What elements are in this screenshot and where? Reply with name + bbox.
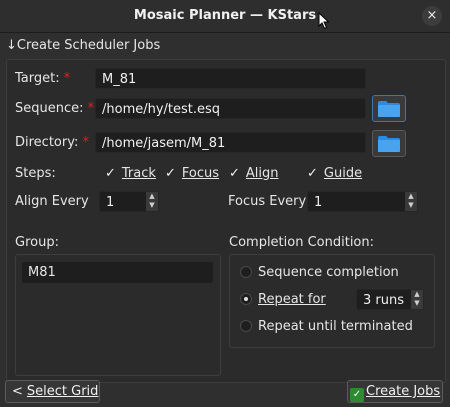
group-list[interactable]: M81 bbox=[15, 254, 221, 376]
directory-browse-button[interactable] bbox=[372, 130, 406, 157]
directory-label: Directory: * bbox=[15, 135, 89, 150]
create-jobs-button[interactable]: ✓ Create Jobs bbox=[347, 380, 443, 403]
spin-arrows-icon[interactable]: ▲ ▼ bbox=[405, 192, 417, 211]
radio-icon bbox=[240, 266, 252, 278]
completion-label: Completion Condition: bbox=[229, 235, 375, 250]
create-jobs-group: Target: * M_81 Sequence: * /home/hy/test… bbox=[6, 59, 446, 383]
arrow-left-icon: < bbox=[12, 384, 23, 399]
repeat-runs-value: 3 runs bbox=[363, 293, 404, 308]
mouse-cursor-icon bbox=[318, 12, 330, 30]
checkbox-focus[interactable]: ✓ Focus bbox=[165, 166, 219, 181]
radio-repeat-for[interactable]: Repeat for bbox=[240, 292, 326, 307]
required-mark: * bbox=[82, 135, 90, 150]
steps-label: Steps: bbox=[15, 166, 56, 181]
align-every-value: 1 bbox=[106, 195, 115, 210]
target-label-text: Target: bbox=[15, 71, 60, 86]
checkbox-guide-label: Guide bbox=[323, 166, 363, 181]
align-every-label: Align Every bbox=[15, 194, 89, 209]
select-grid-button[interactable]: < Select Grid bbox=[5, 380, 100, 403]
radio-icon bbox=[240, 320, 252, 332]
checkbox-track-label: Track bbox=[121, 166, 156, 181]
list-item[interactable]: M81 bbox=[22, 262, 213, 283]
check-icon: ✓ bbox=[307, 166, 318, 181]
radio-icon bbox=[240, 293, 252, 305]
sequence-label-text: Sequence: bbox=[15, 101, 84, 116]
select-grid-label: Select Grid bbox=[26, 384, 99, 399]
radio-sequence-completion[interactable]: Sequence completion bbox=[240, 265, 399, 280]
sequence-label: Sequence: * bbox=[15, 101, 94, 116]
directory-label-text: Directory: bbox=[15, 135, 79, 150]
close-button[interactable]: × bbox=[422, 6, 442, 26]
radio-sequence-completion-label: Sequence completion bbox=[258, 265, 399, 280]
close-icon: × bbox=[426, 8, 438, 23]
checkbox-align[interactable]: ✓ Align bbox=[229, 166, 279, 181]
dialog-body: ↓Create Scheduler Jobs Target: * M_81 Se… bbox=[0, 33, 450, 407]
check-icon: ✓ bbox=[105, 166, 116, 181]
focus-every-label: Focus Every bbox=[228, 194, 307, 209]
folder-icon bbox=[378, 136, 400, 152]
checkbox-track[interactable]: ✓ Track bbox=[105, 166, 156, 181]
create-jobs-label: Create Jobs bbox=[366, 384, 441, 399]
checkbox-guide[interactable]: ✓ Guide bbox=[307, 166, 362, 181]
checkbox-align-label: Align bbox=[245, 166, 279, 181]
align-every-spinbox[interactable]: 1 ▲ ▼ bbox=[99, 191, 159, 212]
required-mark: * bbox=[63, 71, 71, 86]
check-icon: ✓ bbox=[229, 166, 240, 181]
sequence-input[interactable]: /home/hy/test.esq bbox=[95, 98, 366, 119]
section-title[interactable]: ↓Create Scheduler Jobs bbox=[6, 38, 160, 53]
required-mark: * bbox=[87, 101, 95, 116]
completion-box: Sequence completion Repeat for 3 runs ▲ ▼… bbox=[229, 254, 435, 348]
focus-every-spinbox[interactable]: 1 ▲ ▼ bbox=[307, 191, 418, 212]
focus-every-value: 1 bbox=[314, 195, 323, 210]
checkbox-focus-label: Focus bbox=[181, 166, 220, 181]
sequence-browse-button[interactable] bbox=[372, 95, 406, 122]
spin-arrows-icon[interactable]: ▲ ▼ bbox=[146, 192, 158, 211]
radio-repeat-until-terminated-label: Repeat until terminated bbox=[258, 319, 413, 334]
target-input[interactable]: M_81 bbox=[95, 68, 366, 89]
group-label: Group: bbox=[15, 235, 59, 250]
radio-repeat-for-label: Repeat for bbox=[258, 292, 326, 307]
radio-repeat-until-terminated[interactable]: Repeat until terminated bbox=[240, 319, 413, 334]
target-label: Target: * bbox=[15, 71, 70, 86]
directory-input[interactable]: /home/jasem/M_81 bbox=[95, 132, 366, 153]
window-title: Mosaic Planner — KStars bbox=[133, 8, 317, 23]
spin-arrows-icon[interactable]: ▲ ▼ bbox=[411, 290, 423, 309]
repeat-runs-spinbox[interactable]: 3 runs ▲ ▼ bbox=[356, 289, 424, 310]
title-bar: Mosaic Planner — KStars × bbox=[0, 0, 450, 33]
folder-icon bbox=[378, 101, 400, 117]
check-icon: ✓ bbox=[165, 166, 176, 181]
check-icon: ✓ bbox=[350, 388, 364, 402]
